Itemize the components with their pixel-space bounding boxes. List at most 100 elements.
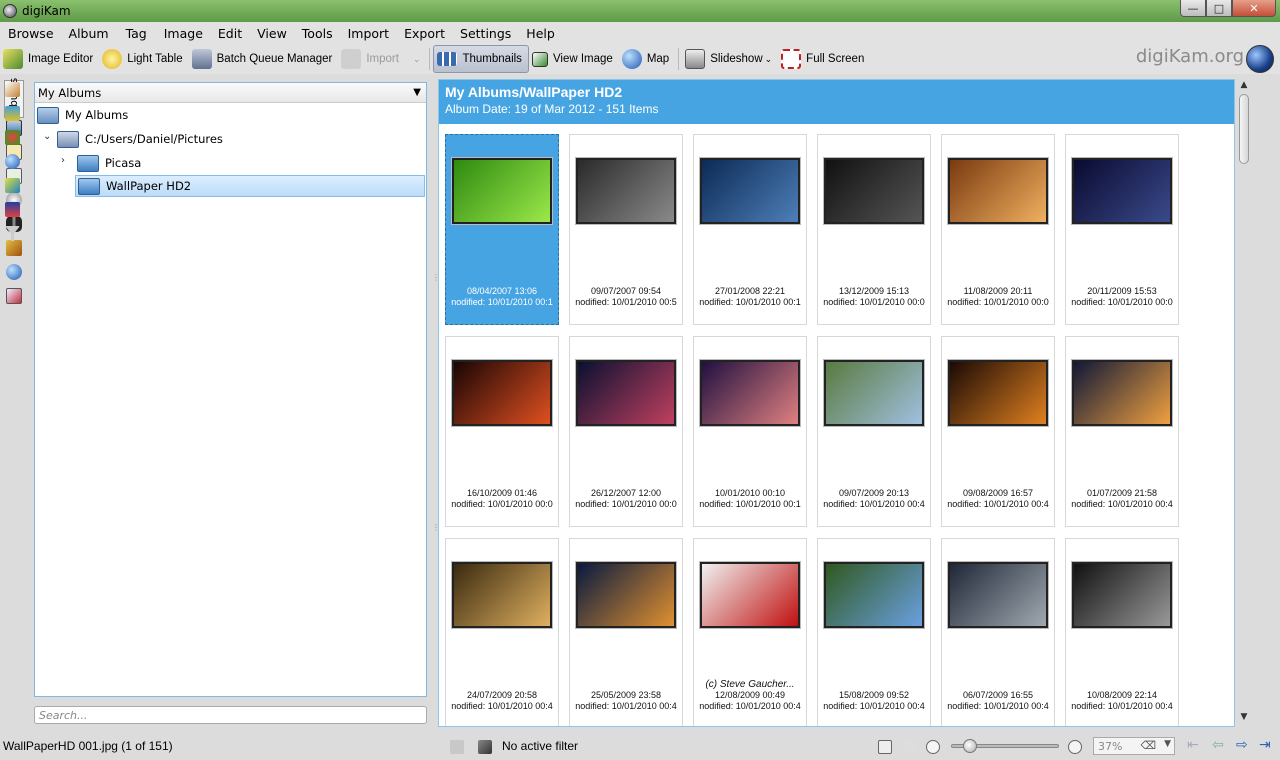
properties-icon[interactable] — [5, 106, 20, 121]
image-editor-button[interactable]: Image Editor — [0, 45, 99, 73]
zoom-fit-icon[interactable] — [902, 740, 916, 754]
splitter-handle[interactable]: ⋮ — [432, 523, 440, 532]
thumbnail-image[interactable] — [948, 360, 1048, 426]
reset-filter-icon[interactable] — [450, 740, 464, 754]
slideshow-button[interactable]: Slideshow ⌄ — [682, 45, 778, 73]
thumbnails-button[interactable]: Thumbnails — [433, 45, 529, 73]
thumbnail-item[interactable]: 09/08/2009 16:57 nodified: 10/01/2010 00:… — [941, 336, 1055, 527]
zoom-level-input[interactable]: 37% ⌫ ▼ — [1093, 737, 1175, 755]
thumbnail-image[interactable] — [948, 562, 1048, 628]
zoom-slider-handle[interactable] — [963, 739, 977, 753]
thumbnail-image[interactable] — [576, 562, 676, 628]
thumbnail-image[interactable] — [576, 158, 676, 224]
thumbnail-image[interactable] — [700, 562, 800, 628]
thumbnail-item[interactable]: 27/01/2008 22:21 nodified: 10/01/2010 00:… — [693, 134, 807, 325]
thumbnail-item[interactable]: 16/10/2009 01:46 nodified: 10/01/2010 00:… — [445, 336, 559, 527]
thumbnail-item[interactable]: (c) Steve Gaucher... 12/08/2009 00:49 nodi… — [693, 538, 807, 726]
maximize-button[interactable]: □ — [1206, 0, 1232, 17]
import-dropdown-icon[interactable]: ⌄ — [413, 54, 421, 65]
thumbnail-image[interactable] — [824, 158, 924, 224]
colors-icon[interactable] — [5, 130, 20, 145]
thumbnail-item[interactable]: 06/07/2009 16:55 nodified: 10/01/2010 00:… — [941, 538, 1055, 726]
geolocation-icon[interactable] — [5, 154, 20, 169]
slideshow-dropdown-icon[interactable]: ⌄ — [765, 54, 773, 65]
tree-item-wallpaper-hd2[interactable]: WallPaper HD2 — [75, 175, 425, 197]
thumbnail-image[interactable] — [824, 562, 924, 628]
chevron-down-icon[interactable]: ▼ — [413, 87, 421, 98]
menu-export[interactable]: Export — [404, 26, 445, 41]
thumbnail-item[interactable]: 13/12/2009 15:13 nodified: 10/01/2010 00:… — [817, 134, 931, 325]
collapse-arrow-icon[interactable]: ⌄ — [43, 131, 51, 142]
pencil-icon[interactable] — [5, 82, 20, 97]
captions-icon[interactable] — [5, 178, 20, 193]
expand-arrow-icon[interactable]: › — [61, 155, 65, 166]
thumbnail-item[interactable]: 10/08/2009 22:14 nodified: 10/01/2010 00:… — [1065, 538, 1179, 726]
chevron-down-icon[interactable]: ▼ — [1164, 739, 1171, 749]
thumbnail-item[interactable]: 15/08/2009 09:52 nodified: 10/01/2010 00:… — [817, 538, 931, 726]
menu-settings[interactable]: Settings — [460, 26, 511, 41]
thumbnail-item[interactable]: 10/01/2010 00:10 nodified: 10/01/2010 00:… — [693, 336, 807, 527]
menu-browse[interactable]: Browse — [8, 26, 54, 41]
menu-edit[interactable]: Edit — [218, 26, 242, 41]
scroll-down-icon[interactable]: ▼ — [1237, 712, 1251, 724]
tree-item-picasa[interactable]: Picasa — [77, 152, 141, 174]
thumbnail-image[interactable] — [1072, 360, 1172, 426]
thumbnail-image[interactable] — [1072, 562, 1172, 628]
map-search-icon[interactable] — [6, 264, 22, 280]
menu-help[interactable]: Help — [526, 26, 555, 41]
thumbnail-item[interactable]: 01/07/2009 21:58 nodified: 10/01/2010 00:… — [1065, 336, 1179, 527]
filter-settings-icon[interactable] — [478, 740, 492, 754]
clear-icon[interactable]: ⌫ — [1140, 739, 1156, 752]
thumbnail-image[interactable] — [700, 360, 800, 426]
thumbnail-image[interactable] — [452, 158, 552, 224]
full-screen-button[interactable]: Full Screen — [778, 45, 870, 73]
tree-item-pictures[interactable]: C:/Users/Daniel/Pictures — [57, 128, 223, 150]
thumbnail-image[interactable] — [576, 360, 676, 426]
menu-image[interactable]: Image — [164, 26, 203, 41]
versions-icon[interactable] — [5, 202, 20, 217]
thumbnail-item[interactable]: 09/07/2007 09:54 nodified: 10/01/2010 00:… — [569, 134, 683, 325]
thumbnail-image[interactable] — [452, 360, 552, 426]
tree-item-my-albums[interactable]: My Albums — [37, 104, 128, 126]
people-icon[interactable] — [6, 288, 22, 304]
scroll-up-icon[interactable]: ▲ — [1237, 80, 1251, 92]
thumbnail-item[interactable]: 09/07/2009 20:13 nodified: 10/01/2010 00:… — [817, 336, 931, 527]
thumbnail-image[interactable] — [824, 360, 924, 426]
menu-tools[interactable]: Tools — [302, 26, 333, 41]
thumbnail-image[interactable] — [1072, 158, 1172, 224]
menu-album[interactable]: Album — [69, 26, 109, 41]
last-image-icon[interactable]: ⇥ — [1259, 737, 1271, 753]
import-button[interactable]: Import ⌄ — [338, 45, 426, 73]
menu-view[interactable]: View — [257, 26, 287, 41]
thumbnail-item[interactable]: 24/07/2009 20:58 nodified: 10/01/2010 00:… — [445, 538, 559, 726]
thumbnail-item[interactable]: 08/04/2007 13:06 nodified: 10/01/2010 00:… — [445, 134, 559, 325]
batch-queue-button[interactable]: Batch Queue Manager — [189, 45, 339, 73]
zoom-out-icon[interactable] — [926, 740, 940, 754]
details-icon[interactable] — [878, 740, 892, 754]
first-image-icon[interactable]: ⇤ — [1187, 737, 1199, 753]
thumbnail-item[interactable]: 26/12/2007 12:00 nodified: 10/01/2010 00:… — [569, 336, 683, 527]
menu-import[interactable]: Import — [348, 26, 390, 41]
next-image-icon[interactable]: ⇨ — [1236, 737, 1248, 753]
minimize-button[interactable]: — — [1180, 0, 1206, 17]
vertical-scrollbar[interactable]: ▲ ▼ — [1237, 80, 1251, 726]
splitter-handle[interactable]: ⋮ — [432, 273, 440, 282]
thumbnail-image[interactable] — [700, 158, 800, 224]
zoom-in-icon[interactable] — [1068, 740, 1082, 754]
close-button[interactable]: ✕ — [1232, 0, 1276, 17]
album-selector[interactable]: My Albums ▼ — [35, 83, 426, 103]
thumbnail-item[interactable]: 11/08/2009 20:11 nodified: 10/01/2010 00:… — [941, 134, 1055, 325]
view-image-button[interactable]: View Image — [529, 45, 619, 73]
thumbnail-image[interactable] — [948, 158, 1048, 224]
scrollbar-thumb[interactable] — [1239, 94, 1249, 164]
thumbnail-item[interactable]: 25/05/2009 23:58 nodified: 10/01/2010 00:… — [569, 538, 683, 726]
album-search-input[interactable]: Search... — [34, 706, 427, 724]
tree-item-label: My Albums — [65, 108, 129, 122]
thumbnail-item[interactable]: 20/11/2009 15:53 nodified: 10/01/2010 00:… — [1065, 134, 1179, 325]
previous-image-icon[interactable]: ⇦ — [1212, 737, 1224, 753]
map-button[interactable]: Map — [619, 45, 675, 73]
light-table-button[interactable]: Light Table — [99, 45, 188, 73]
menu-tag[interactable]: Tag — [126, 26, 147, 41]
thumbnail-image[interactable] — [452, 562, 552, 628]
fuzzy-search-icon[interactable] — [6, 240, 22, 256]
